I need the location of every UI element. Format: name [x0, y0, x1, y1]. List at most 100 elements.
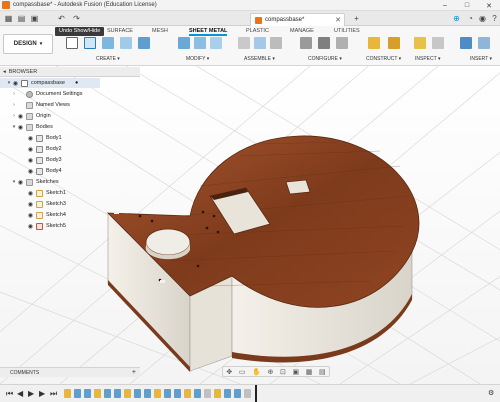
close-tab-icon[interactable]: ✕: [335, 16, 341, 24]
visibility-eye-icon[interactable]: ◉: [17, 179, 24, 186]
visibility-eye-icon[interactable]: ◉: [27, 135, 34, 142]
tab-plastic[interactable]: PLASTIC: [246, 28, 269, 34]
browser-item-document-settings[interactable]: › Document Settings: [11, 89, 82, 99]
undo-icon[interactable]: ↶: [57, 14, 66, 23]
zoom-icon[interactable]: ⊕: [267, 368, 273, 376]
browser-item-body3[interactable]: ◉ Body3: [27, 155, 62, 165]
step-back-icon[interactable]: ◀: [17, 389, 23, 398]
comments-panel[interactable]: COMMENTS +: [0, 367, 140, 377]
visibility-eye-icon[interactable]: ◉: [17, 113, 24, 120]
expand-icon[interactable]: ›: [11, 91, 17, 97]
new-component-icon[interactable]: [66, 37, 78, 49]
press-pull-icon[interactable]: [178, 37, 190, 49]
timeline-marker[interactable]: [255, 385, 257, 402]
offset-plane-icon[interactable]: [368, 37, 380, 49]
timeline-feature[interactable]: [174, 389, 181, 398]
timeline-feature[interactable]: [144, 389, 151, 398]
fit-icon[interactable]: ⊡: [280, 368, 286, 376]
timeline-feature[interactable]: [244, 389, 251, 398]
timeline-feature[interactable]: [234, 389, 241, 398]
browser-item-bodies[interactable]: ▾ ◉ Bodies: [11, 122, 53, 132]
go-to-end-icon[interactable]: ⏭: [50, 389, 57, 399]
save-icon[interactable]: ▣: [30, 14, 39, 23]
group-assemble-label[interactable]: ASSEMBLE ▾: [244, 56, 275, 62]
browser-root[interactable]: ▾ ◉ compassbase ●: [0, 78, 100, 88]
extrude-icon[interactable]: [102, 37, 114, 49]
tab-sheet-metal[interactable]: SHEET METAL: [189, 28, 228, 36]
timeline-feature[interactable]: [94, 389, 101, 398]
help-icon[interactable]: ?: [490, 14, 499, 23]
collapse-icon[interactable]: ◂: [3, 69, 6, 75]
insert-derive-icon[interactable]: [460, 37, 472, 49]
group-insert-label[interactable]: INSERT ▾: [470, 56, 492, 62]
timeline-feature[interactable]: [164, 389, 171, 398]
configure-settings-icon[interactable]: [336, 37, 348, 49]
step-forward-icon[interactable]: ▶: [39, 389, 45, 398]
group-construct-label[interactable]: CONSTRUCT ▾: [366, 56, 401, 62]
browser-item-sketch1[interactable]: ◉ Sketch1: [27, 188, 66, 198]
browser-item-body2[interactable]: ◉ Body2: [27, 144, 62, 154]
timeline-feature[interactable]: [114, 389, 121, 398]
shell-icon[interactable]: [210, 37, 222, 49]
browser-item-sketch4[interactable]: ◉ Sketch4: [27, 210, 66, 220]
as-built-joint-icon[interactable]: [254, 37, 266, 49]
timeline-feature[interactable]: [64, 389, 71, 398]
notifications-icon[interactable]: ◉: [478, 14, 487, 23]
look-at-icon[interactable]: ▭: [239, 368, 246, 376]
group-modify-label[interactable]: MODIFY ▾: [186, 56, 209, 62]
timeline-feature[interactable]: [224, 389, 231, 398]
timeline-feature[interactable]: [84, 389, 91, 398]
tab-surface[interactable]: SURFACE: [107, 28, 133, 34]
timeline-feature[interactable]: [154, 389, 161, 398]
close-window-icon[interactable]: ✕: [478, 0, 500, 11]
timeline-feature[interactable]: [184, 389, 191, 398]
tab-utilities[interactable]: UTILITIES: [334, 28, 360, 34]
joint-origin-icon[interactable]: [270, 37, 282, 49]
pan-hand-icon[interactable]: ✋: [252, 368, 261, 376]
expand-icon[interactable]: ›: [11, 102, 17, 108]
visibility-eye-icon[interactable]: ◉: [27, 212, 34, 219]
viewports-icon[interactable]: ▤: [319, 368, 326, 376]
timeline-feature[interactable]: [214, 389, 221, 398]
visibility-eye-icon[interactable]: ◉: [27, 168, 34, 175]
timeline-feature[interactable]: [74, 389, 81, 398]
timeline-feature[interactable]: [104, 389, 111, 398]
interference-icon[interactable]: [432, 37, 444, 49]
go-to-start-icon[interactable]: ⏮: [6, 389, 13, 399]
compass-base-model[interactable]: [107, 135, 420, 372]
visibility-eye-icon[interactable]: ◉: [12, 80, 19, 87]
create-sketch-icon[interactable]: [84, 37, 96, 49]
browser-item-sketch3[interactable]: ◉ Sketch3: [27, 199, 66, 209]
minimize-icon[interactable]: –: [434, 0, 456, 11]
configure-table-icon[interactable]: [300, 37, 312, 49]
visibility-eye-icon[interactable]: ◉: [27, 223, 34, 230]
group-configure-label[interactable]: CONFIGURE ▾: [308, 56, 342, 62]
browser-item-body1[interactable]: ◉ Body1: [27, 133, 62, 143]
activate-radio-icon[interactable]: ●: [75, 80, 78, 86]
hole-icon[interactable]: [138, 37, 150, 49]
visibility-eye-icon[interactable]: ◉: [27, 146, 34, 153]
workspace-switcher[interactable]: DESIGN ▾: [3, 34, 53, 54]
add-comment-icon[interactable]: +: [132, 369, 136, 376]
timeline-feature[interactable]: [134, 389, 141, 398]
joint-icon[interactable]: [238, 37, 250, 49]
grid-settings-icon[interactable]: ▦: [306, 368, 313, 376]
visibility-eye-icon[interactable]: ◉: [17, 124, 24, 131]
data-panel-icon[interactable]: ▦: [4, 14, 13, 23]
group-create-label[interactable]: CREATE ▾: [96, 56, 120, 62]
extensions-icon[interactable]: ⊕: [452, 14, 461, 23]
measure-icon[interactable]: [414, 37, 426, 49]
timeline-feature[interactable]: [124, 389, 131, 398]
visibility-eye-icon[interactable]: ◉: [27, 157, 34, 164]
file-menu-icon[interactable]: ▤: [17, 14, 26, 23]
insert-mesh-icon[interactable]: [478, 37, 490, 49]
document-tab[interactable]: compassbase* ✕: [250, 13, 345, 26]
timeline-feature[interactable]: [204, 389, 211, 398]
browser-item-origin[interactable]: › ◉ Origin: [11, 111, 51, 121]
visibility-eye-icon[interactable]: ◉: [27, 201, 34, 208]
maximize-icon[interactable]: □: [456, 0, 478, 11]
browser-item-named-views[interactable]: › Named Views: [11, 100, 70, 110]
axis-icon[interactable]: [388, 37, 400, 49]
group-inspect-label[interactable]: INSPECT ▾: [415, 56, 441, 62]
orbit-icon[interactable]: ✥: [226, 368, 232, 376]
